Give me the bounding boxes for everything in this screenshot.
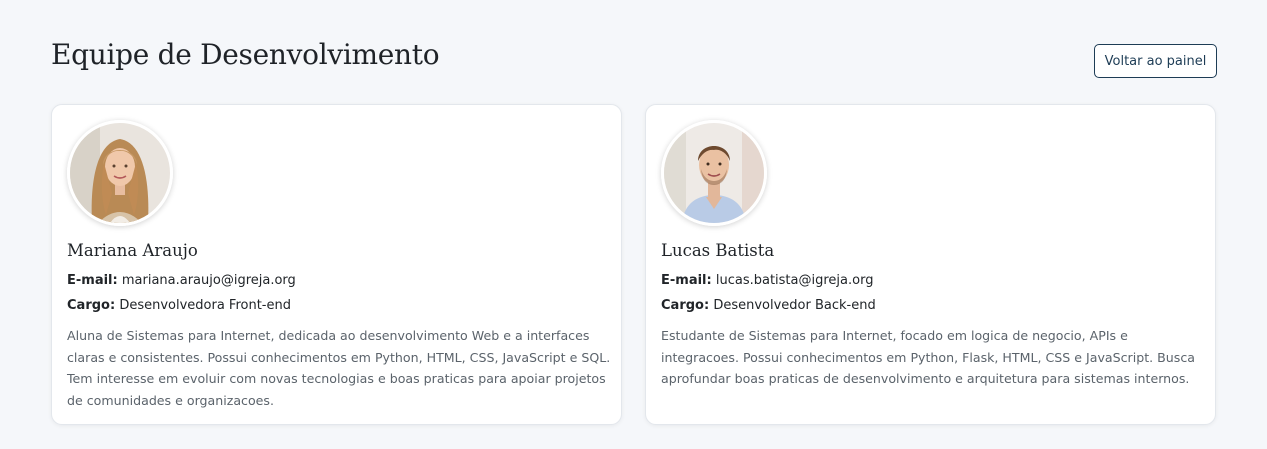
team-page: Equipe de Desenvolvimento Voltar ao pain…: [0, 0, 1267, 449]
team-member-card: Mariana Araujo E-mail: mariana.araujo@ig…: [51, 104, 622, 425]
avatar: [67, 120, 173, 226]
member-name: Lucas Batista: [661, 241, 775, 260]
role-value: Desenvolvedor Back-end: [713, 298, 876, 313]
avatar: [661, 120, 767, 226]
email-value: lucas.batista@igreja.org: [715, 273, 874, 288]
member-email: E-mail: lucas.batista@igreja.org: [661, 273, 873, 288]
role-label: Cargo:: [67, 298, 116, 313]
team-member-card: Lucas Batista E-mail: lucas.batista@igre…: [645, 104, 1216, 425]
email-value: mariana.araujo@igreja.org: [121, 273, 296, 288]
avatar-photo-woman-icon: [70, 123, 170, 223]
member-name: Mariana Araujo: [67, 241, 198, 260]
email-label: E-mail:: [661, 273, 712, 288]
back-to-dashboard-button[interactable]: Voltar ao painel: [1094, 44, 1217, 78]
email-label: E-mail:: [67, 273, 118, 288]
member-role: Cargo: Desenvolvedora Front-end: [67, 298, 291, 313]
role-label: Cargo:: [661, 298, 710, 313]
page-title: Equipe de Desenvolvimento: [51, 38, 440, 71]
member-email: E-mail: mariana.araujo@igreja.org: [67, 273, 296, 288]
avatar-photo-man-icon: [664, 123, 764, 223]
member-role: Cargo: Desenvolvedor Back-end: [661, 298, 876, 313]
role-value: Desenvolvedora Front-end: [119, 298, 291, 313]
member-description: Aluna de Sistemas para Internet, dedicad…: [67, 328, 611, 408]
member-description: Estudante de Sistemas para Internet, foc…: [661, 328, 1195, 387]
team-cards: Mariana Araujo E-mail: mariana.araujo@ig…: [51, 104, 1216, 425]
